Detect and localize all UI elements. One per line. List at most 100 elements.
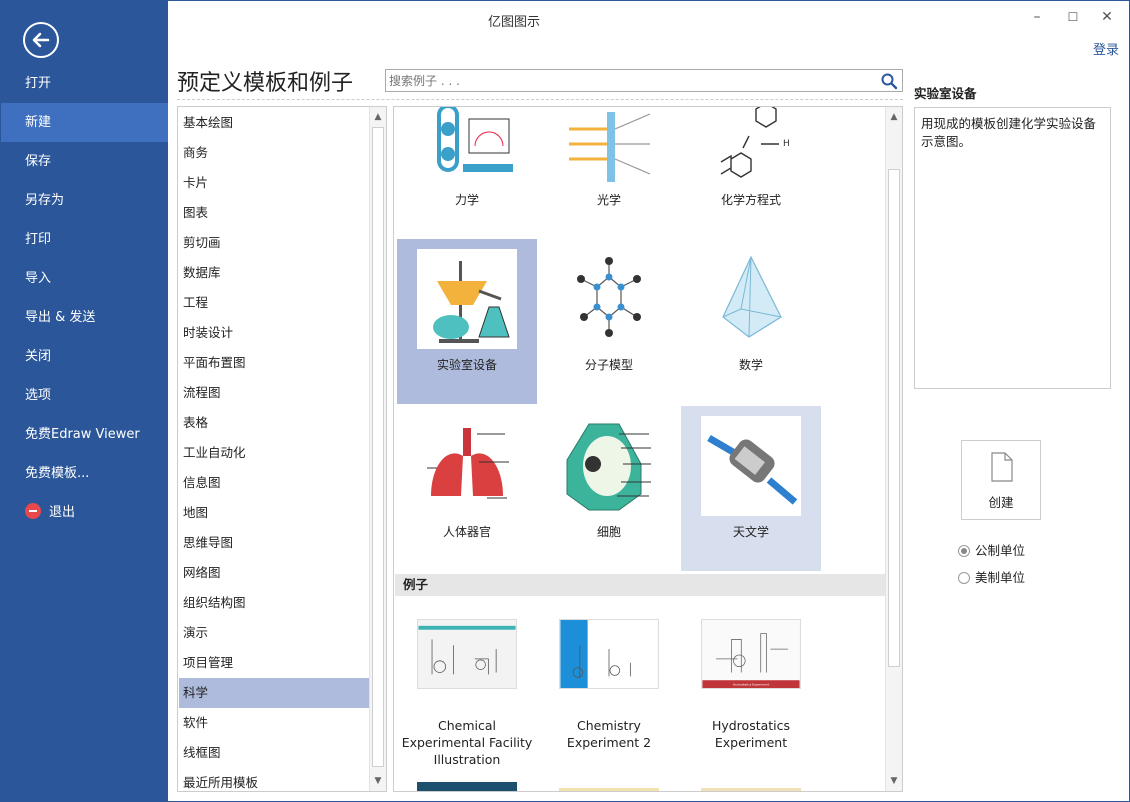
title-bar: 亿图图示 – ☐ ✕ (168, 1, 1129, 37)
nav-options[interactable]: 选项 (1, 376, 168, 415)
scroll-up-icon[interactable]: ▲ (886, 109, 902, 125)
scroll-down-icon[interactable]: ▼ (886, 773, 902, 789)
category-item[interactable]: 表格 (179, 408, 369, 438)
close-button[interactable]: ✕ (1097, 7, 1117, 27)
scroll-up-icon[interactable]: ▲ (370, 109, 386, 125)
nav-export-send[interactable]: 导出 & 发送 (1, 298, 168, 337)
category-item[interactable]: 时装设计 (179, 318, 369, 348)
template-description: 用现成的模板创建化学实验设备示意图。 (914, 107, 1111, 389)
example-thumbnail (559, 619, 659, 689)
lungs-thumbnail (417, 416, 517, 516)
template-tile-molecule-model[interactable]: 分子模型 (539, 239, 679, 404)
search-input[interactable] (386, 70, 866, 91)
mechanics-thumbnail (417, 107, 517, 184)
nav-free-viewer[interactable]: 免费Edraw Viewer (1, 415, 168, 454)
category-item[interactable]: 平面布置图 (179, 348, 369, 378)
category-scrollbar[interactable]: ▲ ▼ (369, 107, 386, 791)
nav-exit[interactable]: 退出 (1, 493, 168, 532)
example-item[interactable]: Chemical Experimental Facility Illustrat… (397, 619, 537, 768)
app-window: 打开 新建 保存 另存为 打印 导入 导出 & 发送 关闭 选项 免费Edraw… (0, 0, 1130, 802)
scroll-thumb[interactable] (888, 169, 900, 667)
category-item-selected[interactable]: 科学 (179, 678, 369, 708)
category-item[interactable]: 工业自动化 (179, 438, 369, 468)
category-item[interactable]: 网络图 (179, 558, 369, 588)
example-label: Chemical Experimental Facility Illustrat… (401, 718, 533, 767)
category-item[interactable]: 剪切画 (179, 228, 369, 258)
nav-new[interactable]: 新建 (1, 103, 168, 142)
category-item[interactable]: 项目管理 (179, 648, 369, 678)
example-thumbnail-partial (417, 782, 517, 791)
metric-units-radio[interactable]: 公制单位 (958, 540, 1025, 559)
create-label: 创建 (988, 495, 1014, 510)
page-title: 预定义模板和例子 (177, 71, 354, 96)
cell-thumbnail (559, 416, 659, 516)
category-item[interactable]: 地图 (179, 498, 369, 528)
category-item[interactable]: 工程 (179, 288, 369, 318)
nav-close[interactable]: 关闭 (1, 337, 168, 376)
template-label: 力学 (454, 193, 479, 207)
svg-text:H: H (783, 139, 790, 149)
example-thumbnail-partial (701, 788, 801, 791)
template-label: 化学方程式 (720, 193, 781, 207)
category-item[interactable]: 卡片 (179, 168, 369, 198)
category-item[interactable]: 基本绘图 (179, 108, 369, 138)
example-label: Hydrostatics Experiment (711, 718, 791, 750)
template-tile-math[interactable]: 数学 (681, 239, 821, 404)
nav-open[interactable]: 打开 (1, 64, 168, 103)
backstage-nav: 打开 新建 保存 另存为 打印 导入 导出 & 发送 关闭 选项 免费Edraw… (1, 1, 168, 801)
template-label: 数学 (738, 358, 763, 372)
minimize-button[interactable]: – (1027, 7, 1047, 27)
example-thumbnail-partial (559, 788, 659, 791)
template-label: 人体器官 (442, 525, 491, 539)
maximize-button[interactable]: ☐ (1063, 7, 1083, 27)
template-tile-human-organs[interactable]: 人体器官 (397, 406, 537, 571)
scroll-down-icon[interactable]: ▼ (370, 773, 386, 789)
example-item[interactable]: Chemistry Experiment 2 (539, 619, 679, 751)
template-tile-astronomy[interactable]: 天文学 (681, 406, 821, 571)
template-tile-cell[interactable]: 细胞 (539, 406, 679, 571)
back-button[interactable] (23, 22, 59, 58)
category-item[interactable]: 图表 (179, 198, 369, 228)
scroll-thumb[interactable] (372, 127, 384, 767)
nav-free-templates[interactable]: 免费模板... (1, 454, 168, 493)
radio-label: 美制单位 (975, 570, 1026, 585)
radio-unchecked-icon (958, 571, 970, 584)
category-item[interactable]: 思维导图 (179, 528, 369, 558)
category-item[interactable]: 数据库 (179, 258, 369, 288)
category-item[interactable]: 组织结构图 (179, 588, 369, 618)
math-pyramid-thumbnail (701, 249, 801, 349)
template-label: 细胞 (596, 525, 621, 539)
svg-text:Hydrostatics Experiment: Hydrostatics Experiment (733, 683, 770, 687)
lab-equipment-thumbnail (417, 249, 517, 349)
exit-icon (25, 502, 41, 519)
category-item[interactable]: 线框图 (179, 738, 369, 768)
nav-save-as[interactable]: 另存为 (1, 181, 168, 220)
template-tile-mechanics[interactable]: 力学 (397, 107, 537, 239)
create-button[interactable]: 创建 (961, 440, 1041, 520)
nav-import[interactable]: 导入 (1, 259, 168, 298)
template-tile-chem-equation[interactable]: H 化学方程式 (681, 107, 821, 239)
template-scrollbar[interactable]: ▲ ▼ (885, 107, 902, 791)
header-divider (177, 99, 903, 100)
login-link[interactable]: 登录 (1093, 39, 1119, 58)
template-detail-title: 实验室设备 (914, 86, 977, 101)
search-box[interactable] (385, 69, 903, 92)
template-tile-optics[interactable]: 光学 (539, 107, 679, 239)
category-item[interactable]: 流程图 (179, 378, 369, 408)
category-list: 基本绘图 商务 卡片 图表 剪切画 数据库 工程 时装设计 平面布置图 流程图 … (177, 106, 387, 792)
category-item[interactable]: 最近所用模板 (179, 768, 369, 791)
search-icon[interactable] (880, 72, 898, 90)
example-item[interactable]: Hydrostatics Experiment Hydrostatics Exp… (681, 619, 821, 751)
category-item[interactable]: 软件 (179, 708, 369, 738)
us-units-radio[interactable]: 美制单位 (958, 567, 1025, 586)
category-item[interactable]: 信息图 (179, 468, 369, 498)
nav-save[interactable]: 保存 (1, 142, 168, 181)
nav-print[interactable]: 打印 (1, 220, 168, 259)
category-item[interactable]: 商务 (179, 138, 369, 168)
examples-section-header: 例子 (395, 574, 886, 596)
molecule-model-thumbnail (559, 249, 659, 349)
template-tile-lab-equipment[interactable]: 实验室设备 (397, 239, 537, 404)
nav-exit-label: 退出 (49, 505, 76, 520)
window-title: 亿图图示 (488, 15, 541, 30)
category-item[interactable]: 演示 (179, 618, 369, 648)
